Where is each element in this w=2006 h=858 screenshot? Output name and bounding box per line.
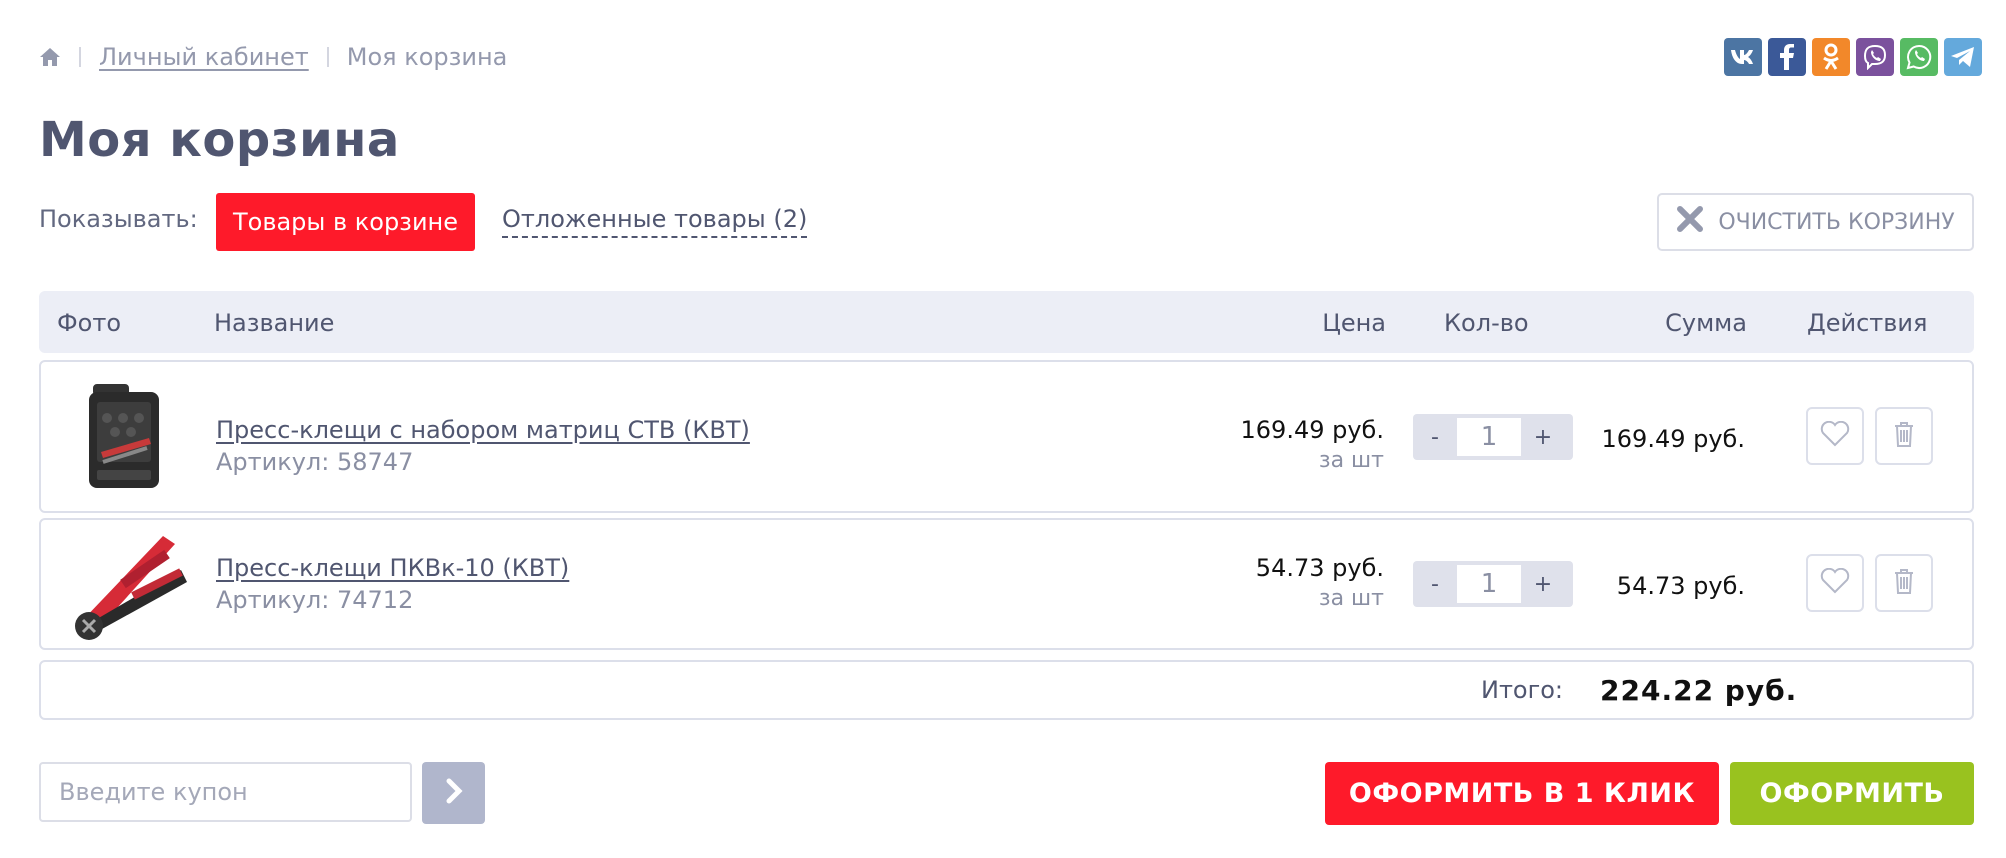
tab-delayed-items[interactable]: Отложенные товары (2)	[502, 205, 808, 238]
telegram-icon[interactable]	[1944, 38, 1982, 76]
qty-input[interactable]: 1	[1457, 418, 1521, 456]
price-unit: за шт	[1318, 586, 1384, 611]
product-price: 169.49 руб.	[1240, 416, 1384, 444]
checkout-button[interactable]: ОФОРМИТЬ	[1730, 762, 1974, 825]
close-icon	[1676, 205, 1704, 239]
header-actions: Действия	[1807, 309, 1928, 337]
breadcrumb: Личный кабинет Моя корзина	[39, 40, 507, 74]
qty-minus-button[interactable]: -	[1413, 425, 1457, 450]
vk-icon[interactable]	[1724, 38, 1762, 76]
total-label: Итого:	[1481, 676, 1563, 704]
social-share	[1724, 38, 1982, 76]
tab-cart-items[interactable]: Товары в корзине	[216, 193, 475, 251]
cart-total: Итого: 224.22 руб.	[39, 660, 1974, 720]
product-link[interactable]: Пресс-клещи ПКВк-10 (КВТ)	[216, 554, 569, 582]
qty-plus-button[interactable]: +	[1521, 572, 1565, 597]
viber-icon[interactable]	[1856, 38, 1894, 76]
delete-button[interactable]	[1875, 407, 1933, 465]
delete-button[interactable]	[1875, 554, 1933, 612]
breadcrumb-separator	[79, 47, 81, 67]
chevron-right-icon	[444, 778, 464, 808]
product-price: 54.73 руб.	[1255, 554, 1384, 582]
breadcrumb-current: Моя корзина	[346, 43, 508, 71]
header-sum: Сумма	[1665, 309, 1747, 337]
add-to-favorites-button[interactable]	[1806, 407, 1864, 465]
header-name: Название	[214, 309, 335, 337]
heart-icon	[1820, 567, 1850, 598]
page-title: Моя корзина	[39, 112, 400, 168]
heart-icon	[1820, 420, 1850, 451]
coupon-input[interactable]	[39, 762, 412, 822]
clear-cart-button[interactable]: ОЧИСТИТЬ КОРЗИНУ	[1657, 193, 1974, 251]
apply-coupon-button[interactable]	[422, 762, 485, 824]
quantity-stepper: - 1 +	[1413, 414, 1573, 460]
cart-row: Пресс-клещи ПКВк-10 (КВТ) Артикул: 74712…	[39, 518, 1974, 650]
qty-plus-button[interactable]: +	[1521, 425, 1565, 450]
one-click-order-button[interactable]: ОФОРМИТЬ В 1 КЛИК	[1325, 762, 1719, 825]
row-sum: 54.73 руб.	[1616, 572, 1745, 600]
total-value: 224.22 руб.	[1600, 674, 1798, 707]
product-photo[interactable]	[63, 526, 193, 646]
breadcrumb-separator	[326, 47, 329, 67]
whatsapp-icon[interactable]	[1900, 38, 1938, 76]
row-sum: 169.49 руб.	[1601, 425, 1745, 453]
odnoklassniki-icon[interactable]	[1812, 38, 1850, 76]
quantity-stepper: - 1 +	[1413, 561, 1573, 607]
home-icon[interactable]	[39, 47, 61, 67]
qty-input[interactable]: 1	[1457, 565, 1521, 603]
product-photo[interactable]	[63, 378, 183, 500]
trash-icon	[1893, 567, 1915, 599]
breadcrumb-link-account[interactable]: Личный кабинет	[99, 43, 309, 71]
product-sku: Артикул: 58747	[216, 448, 414, 476]
add-to-favorites-button[interactable]	[1806, 554, 1864, 612]
header-photo: Фото	[57, 309, 122, 337]
qty-minus-button[interactable]: -	[1413, 572, 1457, 597]
product-sku: Артикул: 74712	[216, 586, 414, 614]
cart-table-header: Фото Название Цена Кол-во Сумма Действия	[39, 291, 1974, 353]
cart-row: Пресс-клещи с набором матриц СТВ (КВТ) А…	[39, 360, 1974, 513]
clear-cart-label: ОЧИСТИТЬ КОРЗИНУ	[1718, 209, 1955, 235]
trash-icon	[1893, 420, 1915, 452]
header-qty: Кол-во	[1444, 309, 1529, 337]
product-link[interactable]: Пресс-клещи с набором матриц СТВ (КВТ)	[216, 416, 750, 444]
show-label: Показывать:	[39, 205, 198, 233]
price-unit: за шт	[1318, 448, 1384, 473]
facebook-icon[interactable]	[1768, 38, 1806, 76]
header-price: Цена	[1322, 309, 1386, 337]
